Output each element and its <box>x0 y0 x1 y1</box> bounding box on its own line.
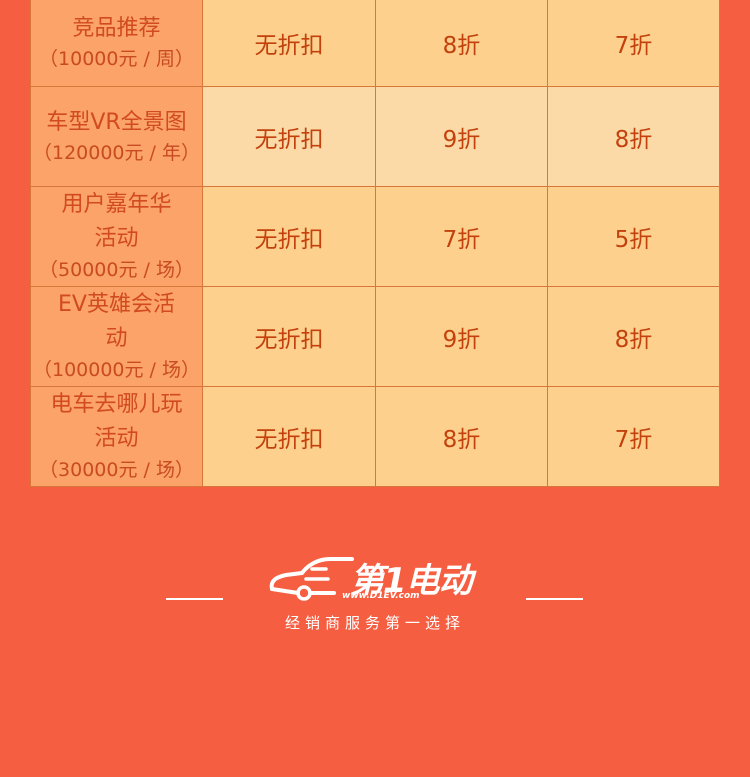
slogan: 经销商服务第一选择 <box>284 614 465 632</box>
service-name: 竞品推荐 <box>72 15 161 41</box>
discount-cell: 9折 <box>375 287 547 386</box>
service-name-cell: 用户嘉年华活动 （50000元 / 场） <box>30 187 202 286</box>
service-name: 电车去哪儿玩活动 <box>50 392 183 452</box>
table-row: 车型VR全景图 （120000元 / 年） 无折扣 9折 8折 <box>30 87 720 187</box>
brand-url: www.D1EV.com <box>342 591 420 601</box>
service-name-cell: EV英雄会活动 （100000元 / 场） <box>30 287 202 386</box>
discount-table: 竞品推荐 （10000元 / 周） 无折扣 8折 7折 车型VR全景图 （120… <box>30 0 720 487</box>
discount-cell: 9折 <box>375 87 547 186</box>
service-name-cell: 竞品推荐 （10000元 / 周） <box>30 0 202 86</box>
service-price: （30000元 / 场） <box>39 459 194 482</box>
service-price: （120000元 / 年） <box>32 141 200 164</box>
table-row: EV英雄会活动 （100000元 / 场） 无折扣 9折 8折 <box>30 287 720 387</box>
discount-cell: 8折 <box>375 387 547 486</box>
discount-cell: 7折 <box>547 387 720 486</box>
discount-cell: 8折 <box>375 0 547 86</box>
discount-cell: 无折扣 <box>202 0 375 86</box>
discount-cell: 8折 <box>547 87 720 186</box>
discount-cell: 无折扣 <box>202 387 375 486</box>
service-price: （100000元 / 场） <box>32 359 200 382</box>
discount-cell: 5折 <box>547 187 720 286</box>
table-row: 电车去哪儿玩活动 （30000元 / 场） 无折扣 8折 7折 <box>30 387 720 487</box>
discount-cell: 无折扣 <box>202 287 375 386</box>
service-price: （10000元 / 周） <box>39 47 194 70</box>
table-row: 竞品推荐 （10000元 / 周） 无折扣 8折 7折 <box>30 0 720 87</box>
discount-cell: 7折 <box>547 0 720 86</box>
service-name: EV英雄会活动 <box>58 292 175 352</box>
footer: 第1电动 www.D1EV.com 经销商服务第一选择 <box>0 545 750 645</box>
service-price: （50000元 / 场） <box>39 259 194 282</box>
service-name-cell: 车型VR全景图 （120000元 / 年） <box>30 87 202 186</box>
service-name: 用户嘉年华活动 <box>61 192 172 252</box>
discount-cell: 7折 <box>375 187 547 286</box>
service-name-cell: 电车去哪儿玩活动 （30000元 / 场） <box>30 387 202 486</box>
discount-cell: 无折扣 <box>202 87 375 186</box>
service-name: 车型VR全景图 <box>46 109 187 135</box>
divider-right <box>526 598 583 600</box>
discount-cell: 无折扣 <box>202 187 375 286</box>
divider-left <box>166 598 223 600</box>
table-row: 用户嘉年华活动 （50000元 / 场） 无折扣 7折 5折 <box>30 187 720 287</box>
discount-cell: 8折 <box>547 287 720 386</box>
